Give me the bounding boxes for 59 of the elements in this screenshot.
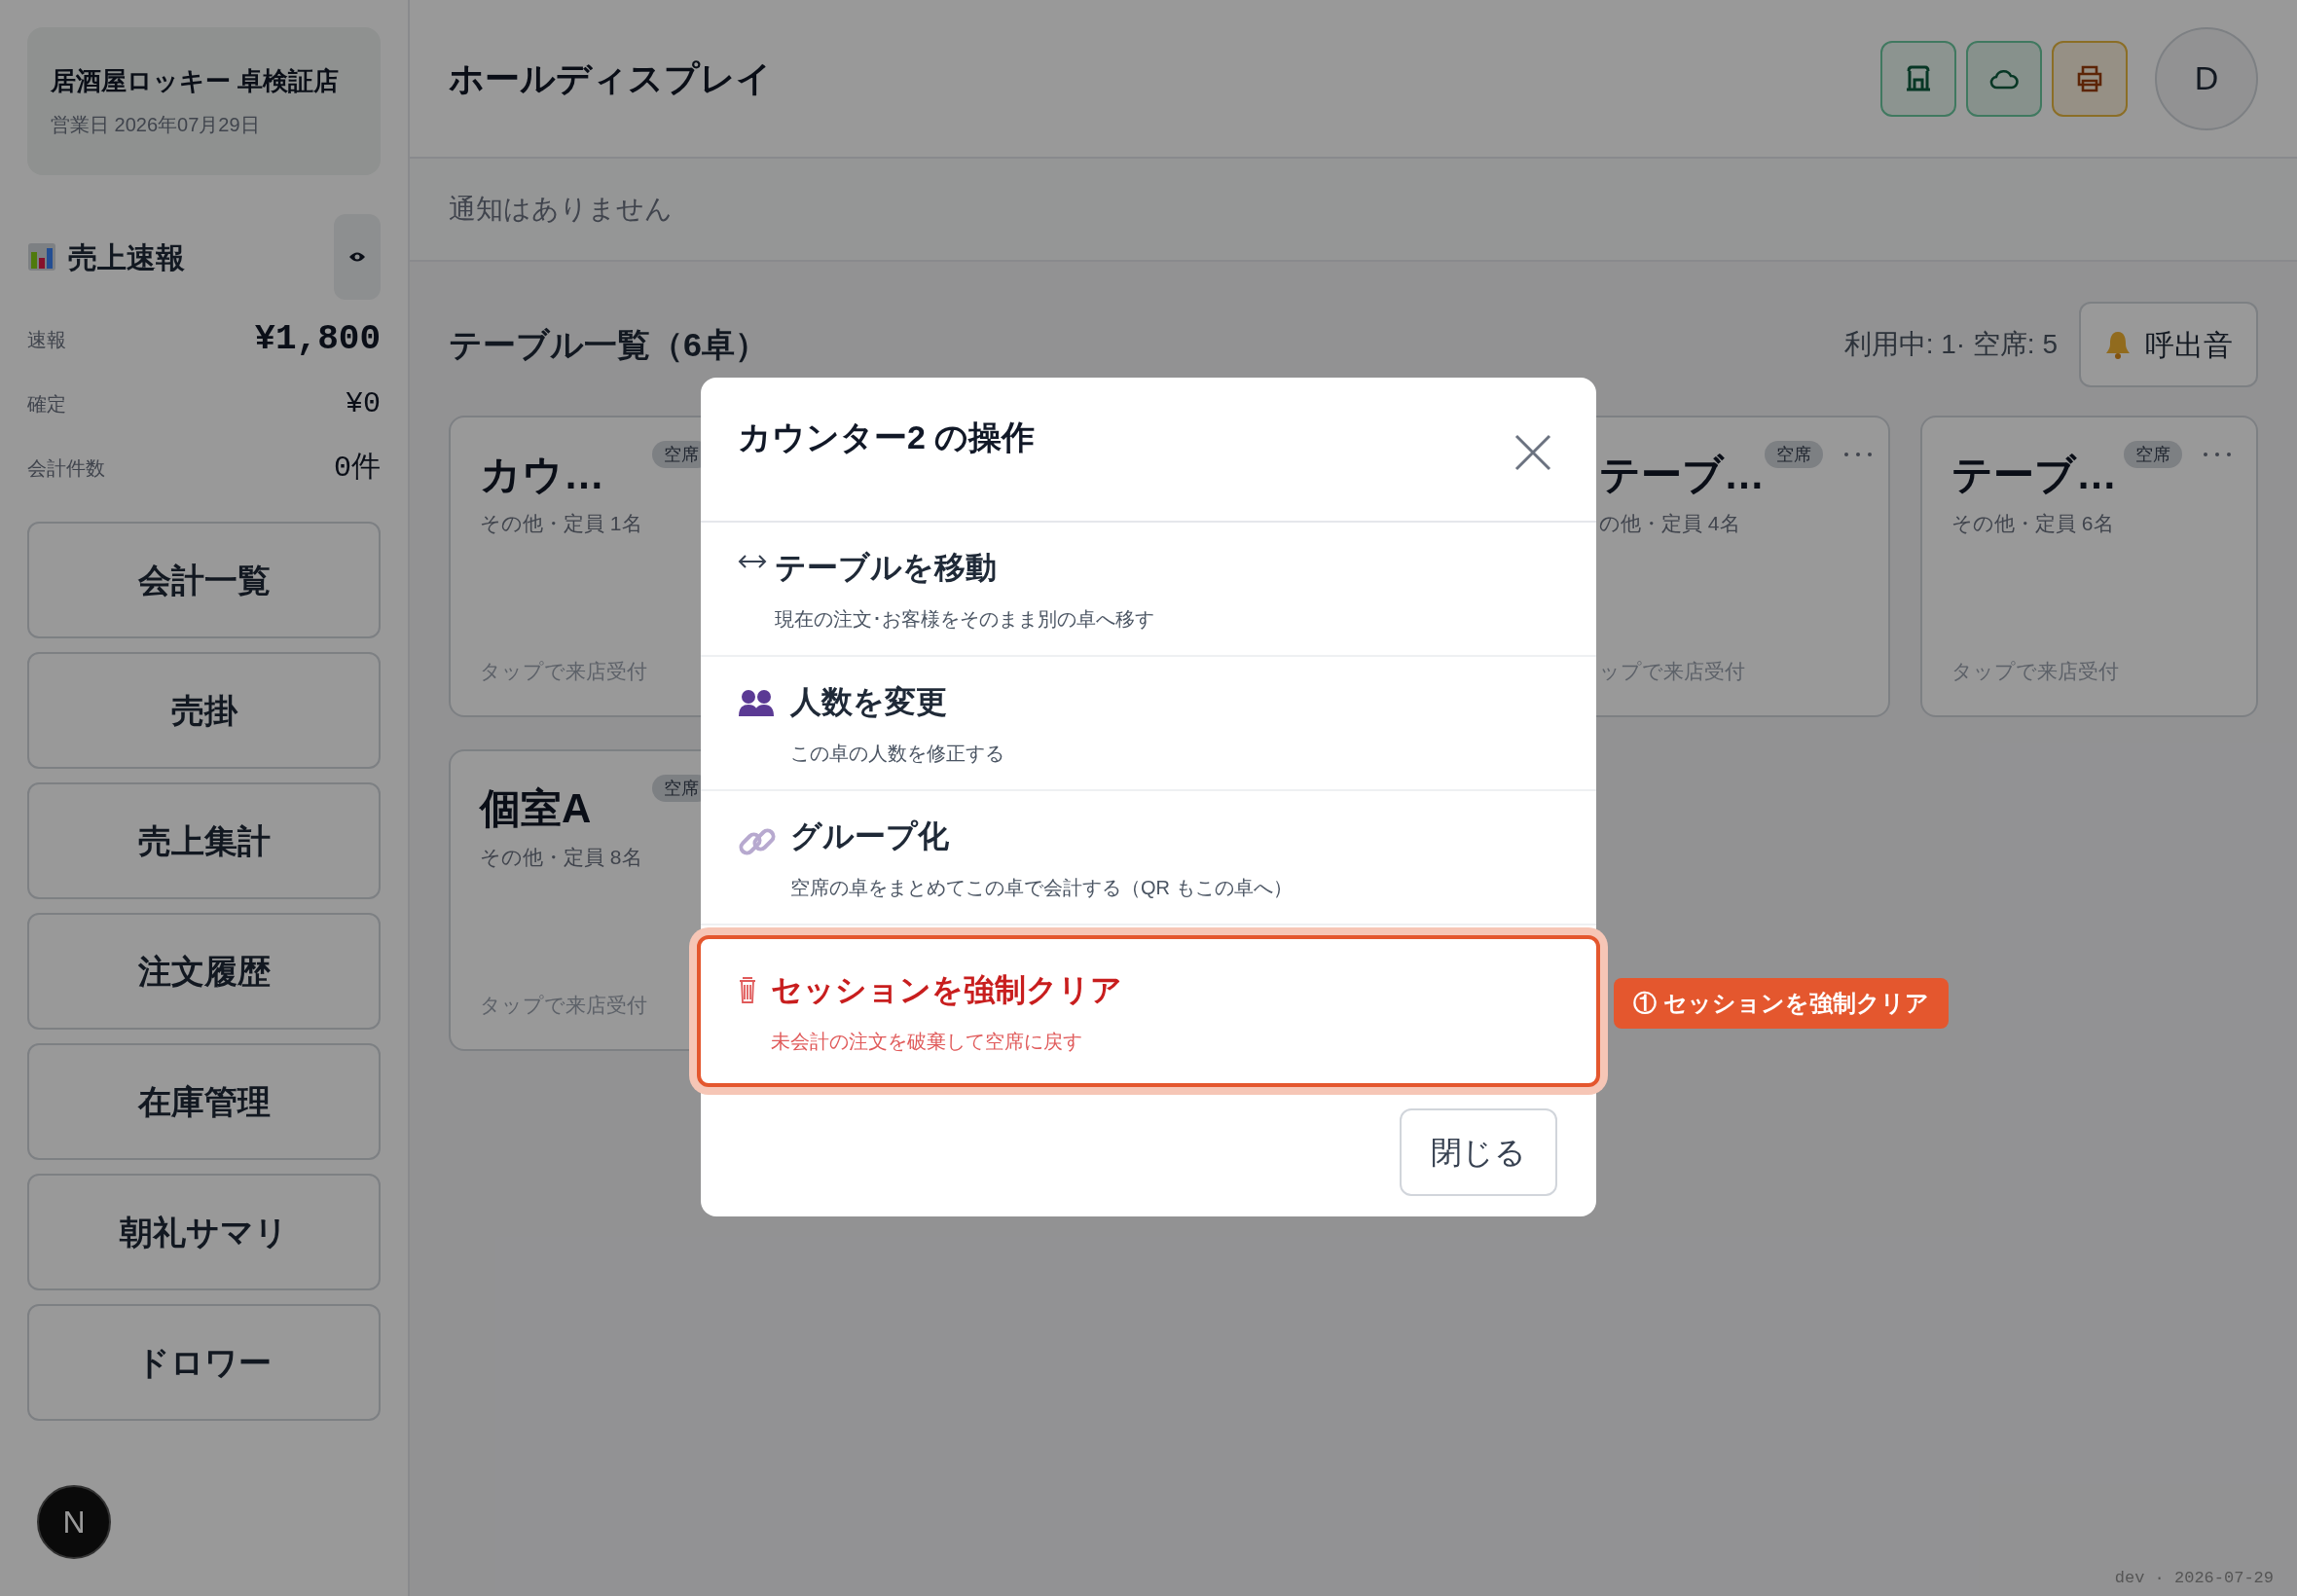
user-avatar[interactable]: D [2155,26,2258,130]
framework-badge[interactable]: N [37,1485,111,1559]
build-info: dev · 2026-07-29 [2114,1567,2274,1589]
status-badge: 空席 [1765,441,1823,468]
table-info: の他・定員 4名 [1599,510,1740,536]
page-title: ホールディスプレイ [449,56,772,100]
nav-button[interactable]: 在庫管理 [27,1043,381,1160]
notification-text: 通知はありません [449,193,673,226]
table-hint: ップで来店受付 [1599,658,1745,684]
action-description: この卓の人数を修正する [790,742,1004,766]
stat-label: 会計件数 [27,456,105,481]
nav-button[interactable]: 朝礼サマリ [27,1174,381,1290]
sales-title: 売上速報 [68,239,185,275]
stat-value: ¥0 [346,385,381,422]
bell-icon [2104,330,2132,359]
stat-label: 速報 [27,328,66,352]
action-item[interactable]: テーブルを移動 現在の注文･お客様をそのまま別の卓へ移す [701,523,1596,657]
close-dialog-button[interactable]: 閉じる [1400,1107,1557,1196]
action-item[interactable]: グループ化 空席の卓をまとめてこの卓で会計する（QR もこの卓へ） [701,791,1596,925]
business-date: 営業日 2026年07月29日 [51,115,261,134]
stat-label: 確定 [27,392,66,417]
stat-value: 0件 [334,450,381,487]
action-description: 空席の卓をまとめてこの卓で会計する（QR もこの卓へ） [790,876,1293,900]
people-icon [738,688,775,717]
table-name: カウ… [480,451,604,499]
nav-button[interactable]: 注文履歴 [27,913,381,1030]
action-title: 人数を変更 [790,683,948,721]
table-name: テーブ… [1599,451,1765,499]
table-name: テーブ… [1951,451,2117,499]
table-info: その他・定員 8名 [480,844,642,870]
table-summary: 利用中: 1· 空席: 5 [1843,328,2058,361]
visibility-button[interactable] [334,214,381,300]
table-card[interactable]: テーブ… 空席 その他・定員 6名 タップで来店受付 [1920,416,2258,717]
printer-status-button[interactable] [2052,40,2128,117]
store-status-button[interactable] [1880,40,1956,117]
action-item[interactable]: 人数を変更 この卓の人数を修正する [701,657,1596,791]
action-title: グループ化 [790,817,950,855]
close-icon [1514,434,1551,471]
trash-icon [738,976,757,1003]
store-name: 居酒屋ロッキー 卓検証店 [51,68,341,93]
table-name: 個室A [480,784,592,833]
step-callout: ① セッションを強制クリア [1614,978,1949,1029]
table-info: その他・定員 1名 [480,510,642,536]
table-info: その他・定員 6名 [1951,510,2114,536]
table-hint: タップで来店受付 [1951,658,2119,684]
stat-value: ¥1,800 [254,318,381,361]
nav-button[interactable]: ドロワー [27,1304,381,1421]
table-hint: タップで来店受付 [480,992,647,1018]
bar-chart-icon [27,242,56,272]
nav-button[interactable]: 会計一覧 [27,522,381,638]
nav-button[interactable]: 売掛 [27,652,381,769]
table-hint: タップで来店受付 [480,658,647,684]
nav-button[interactable]: 売上集計 [27,782,381,899]
call-sound-button[interactable]: 呼出音 [2079,302,2258,387]
eye-icon [348,251,366,263]
cloud-status-button[interactable] [1966,40,2042,117]
status-badge: 空席 [2124,441,2182,468]
section-title: テーブル一覧（6卓） [449,324,768,365]
arrows-icon [738,554,767,569]
